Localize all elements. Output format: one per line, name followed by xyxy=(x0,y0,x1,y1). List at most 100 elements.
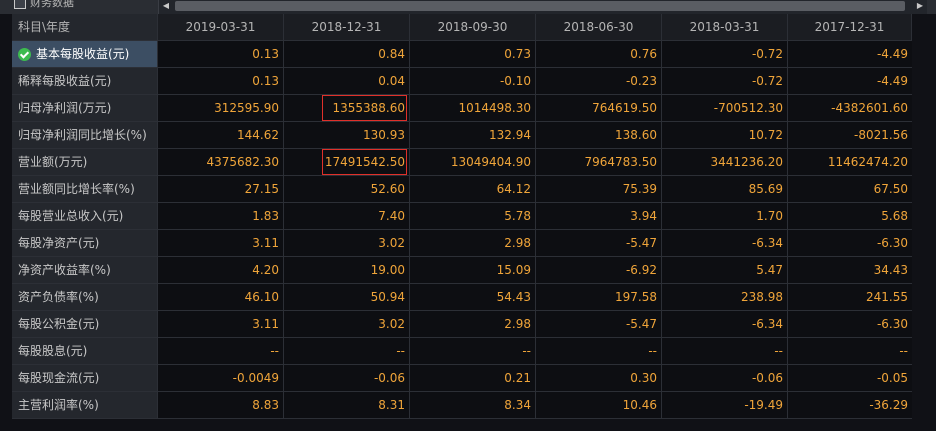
table-row[interactable]: 资产负债率(%) 46.10 50.94 54.43 197.58 238.98 241.5… xyxy=(12,284,912,311)
table-cell[interactable]: -0.06 xyxy=(662,365,788,392)
row-label[interactable]: 营业额(万元) xyxy=(12,149,158,176)
table-cell[interactable]: 4.20 xyxy=(158,257,284,284)
table-cell[interactable]: -- xyxy=(788,338,912,365)
row-label[interactable]: 资产负债率(%) xyxy=(12,284,158,311)
table-cell[interactable]: -6.30 xyxy=(788,311,912,338)
table-cell[interactable]: 67.50 xyxy=(788,176,912,203)
table-row[interactable]: 主营利润率(%) 8.83 8.31 8.34 10.46 -19.49 -36.29 xyxy=(12,392,912,419)
table-cell[interactable]: -- xyxy=(284,338,410,365)
table-cell[interactable]: -5.47 xyxy=(536,311,662,338)
table-cell[interactable]: 64.12 xyxy=(410,176,536,203)
table-cell[interactable]: 1014498.30 xyxy=(410,95,536,122)
table-cell[interactable]: -4382601.60 xyxy=(788,95,912,122)
table-cell[interactable]: 52.60 xyxy=(284,176,410,203)
table-row[interactable]: 每股净资产(元) 3.11 3.02 2.98 -5.47 -6.34 -6.30 xyxy=(12,230,912,257)
table-cell[interactable]: -0.06 xyxy=(284,365,410,392)
row-label[interactable]: 每股营业总收入(元) xyxy=(12,203,158,230)
table-cell[interactable]: 3.02 xyxy=(284,311,410,338)
table-cell[interactable]: 15.09 xyxy=(410,257,536,284)
table-cell[interactable]: -8021.56 xyxy=(788,122,912,149)
table-row[interactable]: 营业额同比增长率(%) 27.15 52.60 64.12 75.39 85.69 67.5… xyxy=(12,176,912,203)
row-label[interactable]: 每股现金流(元) xyxy=(12,365,158,392)
table-cell[interactable]: 138.60 xyxy=(536,122,662,149)
table-cell[interactable]: -0.0049 xyxy=(158,365,284,392)
table-cell[interactable]: 5.78 xyxy=(410,203,536,230)
table-cell[interactable]: -0.72 xyxy=(662,41,788,68)
column-header[interactable]: 2017-12-31 xyxy=(788,14,912,41)
row-label[interactable]: 每股净资产(元) xyxy=(12,230,158,257)
table-cell[interactable]: 0.84 xyxy=(284,41,410,68)
table-cell[interactable]: 19.00 xyxy=(284,257,410,284)
table-cell[interactable]: 0.76 xyxy=(536,41,662,68)
row-label[interactable]: 归母净利润(万元) xyxy=(12,95,158,122)
table-cell[interactable]: 0.13 xyxy=(158,41,284,68)
table-row[interactable]: 营业额(万元) 4375682.30 17491542.50 13049404.90 7… xyxy=(12,149,912,176)
table-cell[interactable]: 241.55 xyxy=(788,284,912,311)
table-cell[interactable]: 50.94 xyxy=(284,284,410,311)
panel-icon[interactable] xyxy=(14,0,26,9)
row-label[interactable]: 归母净利润同比增长(%) xyxy=(12,122,158,149)
scroll-thumb[interactable] xyxy=(175,1,905,11)
table-cell[interactable]: 8.31 xyxy=(284,392,410,419)
table-cell[interactable]: -0.05 xyxy=(788,365,912,392)
table-cell[interactable]: -0.10 xyxy=(410,68,536,95)
table-cell[interactable]: 85.69 xyxy=(662,176,788,203)
table-cell[interactable]: 0.30 xyxy=(536,365,662,392)
table-cell[interactable]: 3.11 xyxy=(158,230,284,257)
table-cell[interactable]: 54.43 xyxy=(410,284,536,311)
table-cell[interactable]: -6.30 xyxy=(788,230,912,257)
table-cell[interactable]: 764619.50 xyxy=(536,95,662,122)
table-cell[interactable]: 1.70 xyxy=(662,203,788,230)
column-header[interactable]: 2018-03-31 xyxy=(662,14,788,41)
table-cell[interactable]: 197.58 xyxy=(536,284,662,311)
table-cell[interactable]: -5.47 xyxy=(536,230,662,257)
table-cell[interactable]: -- xyxy=(158,338,284,365)
table-cell[interactable]: 5.47 xyxy=(662,257,788,284)
column-header[interactable]: 2018-09-30 xyxy=(410,14,536,41)
table-cell[interactable]: 3.94 xyxy=(536,203,662,230)
table-cell[interactable]: -0.23 xyxy=(536,68,662,95)
table-cell[interactable]: 10.46 xyxy=(536,392,662,419)
table-cell[interactable]: -4.49 xyxy=(788,68,912,95)
row-label[interactable]: 每股股息(元) xyxy=(12,338,158,365)
table-cell[interactable]: 8.83 xyxy=(158,392,284,419)
table-cell[interactable]: 10.72 xyxy=(662,122,788,149)
row-label[interactable]: 净资产收益率(%) xyxy=(12,257,158,284)
table-cell[interactable]: 4375682.30 xyxy=(158,149,284,176)
table-cell[interactable]: 130.93 xyxy=(284,122,410,149)
table-cell[interactable]: 2.98 xyxy=(410,311,536,338)
table-cell[interactable]: 3.02 xyxy=(284,230,410,257)
table-cell[interactable]: 0.73 xyxy=(410,41,536,68)
table-cell[interactable]: -- xyxy=(662,338,788,365)
table-cell[interactable]: 27.15 xyxy=(158,176,284,203)
table-cell[interactable]: -700512.30 xyxy=(662,95,788,122)
table-cell[interactable]: -6.34 xyxy=(662,311,788,338)
table-cell[interactable]: 238.98 xyxy=(662,284,788,311)
table-row[interactable]: 每股营业总收入(元) 1.83 7.40 5.78 3.94 1.70 5.68 xyxy=(12,203,912,230)
table-cell[interactable]: -19.49 xyxy=(662,392,788,419)
table-row[interactable]: 归母净利润同比增长(%) 144.62 130.93 132.94 138.60 10.7… xyxy=(12,122,912,149)
row-label[interactable]: 每股公积金(元) xyxy=(12,311,158,338)
table-cell[interactable]: 3.11 xyxy=(158,311,284,338)
table-row[interactable]: 基本每股收益(元) 0.13 0.84 0.73 0.76 -0.72 -4.49 xyxy=(12,41,912,68)
row-label[interactable]: 稀释每股收益(元) xyxy=(12,68,158,95)
table-row[interactable]: 每股现金流(元) -0.0049 -0.06 0.21 0.30 -0.06 -0.05 xyxy=(12,365,912,392)
table-cell[interactable]: -36.29 xyxy=(788,392,912,419)
table-cell[interactable]: 144.62 xyxy=(158,122,284,149)
row-label[interactable]: 营业额同比增长率(%) xyxy=(12,176,158,203)
column-header[interactable]: 2018-06-30 xyxy=(536,14,662,41)
table-cell[interactable]: 11462474.20 xyxy=(788,149,912,176)
table-cell[interactable]: 0.21 xyxy=(410,365,536,392)
table-cell[interactable]: 75.39 xyxy=(536,176,662,203)
table-cell[interactable]: 0.04 xyxy=(284,68,410,95)
table-cell[interactable]: 1355388.60 xyxy=(284,95,410,122)
table-row[interactable]: 稀释每股收益(元) 0.13 0.04 -0.10 -0.23 -0.72 -4.49 xyxy=(12,68,912,95)
table-cell[interactable]: 7.40 xyxy=(284,203,410,230)
table-cell[interactable]: -0.72 xyxy=(662,68,788,95)
table-row[interactable]: 每股股息(元) -- -- -- -- -- -- xyxy=(12,338,912,365)
table-cell[interactable]: -- xyxy=(536,338,662,365)
horizontal-scrollbar[interactable]: ◀ ▶ xyxy=(158,0,927,14)
table-cell[interactable]: 46.10 xyxy=(158,284,284,311)
row-label[interactable]: 主营利润率(%) xyxy=(12,392,158,419)
table-cell[interactable]: -6.34 xyxy=(662,230,788,257)
